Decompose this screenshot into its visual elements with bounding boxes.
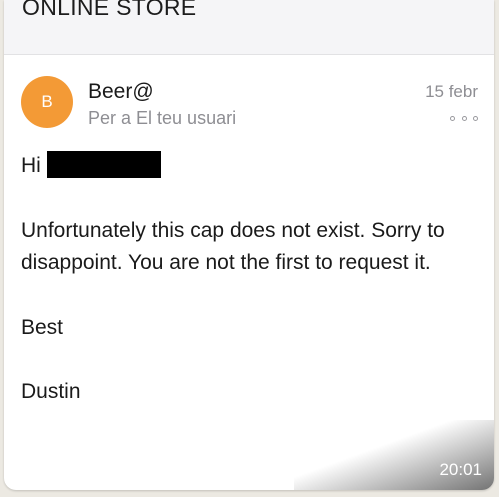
avatar-letter: B (41, 92, 53, 111)
redacted-name (46, 151, 161, 178)
dot-icon (473, 115, 478, 121)
body-line: Unfortunately this cap does not exist. S… (21, 219, 445, 242)
subject-bar: ONLINE STORE (4, 0, 494, 55)
signature-text: Dustin (21, 380, 81, 403)
dot-icon (461, 115, 467, 121)
email-date: 15 febr (425, 82, 478, 101)
sender-avatar: B (21, 76, 73, 128)
recipient-line: Per a El teu usuari (88, 108, 237, 128)
email-subject: ONLINE STORE (22, 0, 197, 20)
sender-name: Beer@ (88, 80, 154, 103)
greeting-text: Hi (21, 154, 41, 177)
dot-icon (450, 115, 455, 121)
greeting-line: Hi (21, 150, 161, 182)
message-bubble[interactable]: ONLINE STORE B Beer@ Per a El teu usuari… (4, 0, 494, 490)
more-options-icon[interactable] (450, 113, 478, 123)
body-line: disappoint. You are not the first to req… (21, 251, 431, 274)
body-paragraph: Unfortunately this cap does not exist. S… (21, 215, 445, 279)
message-timestamp: 20:01 (439, 460, 482, 479)
closing-text: Best (21, 316, 64, 339)
